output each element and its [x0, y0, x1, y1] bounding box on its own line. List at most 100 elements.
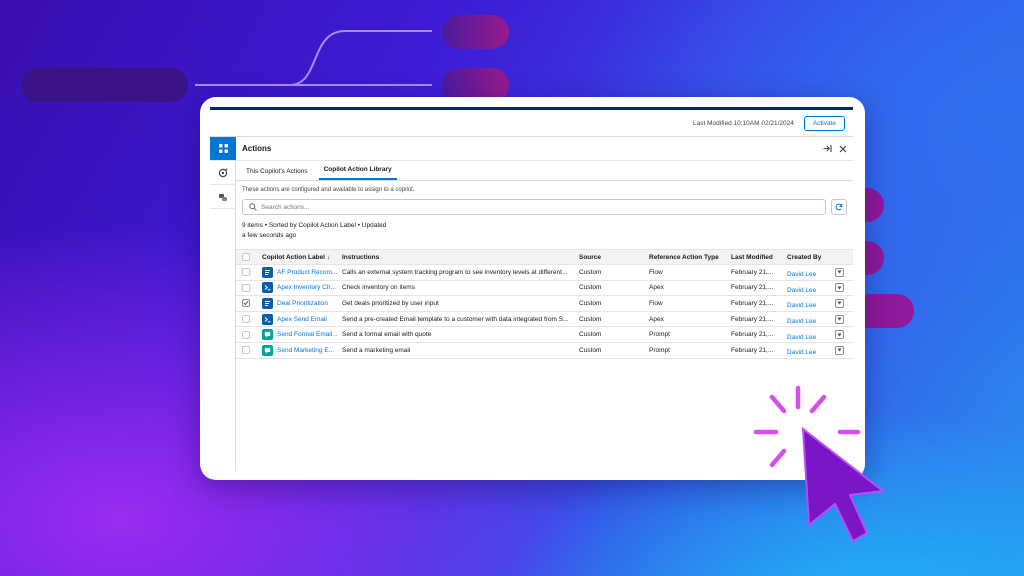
- created-by-link[interactable]: David Lee: [787, 287, 816, 294]
- rail-item-copilot[interactable]: [210, 161, 236, 185]
- flow-icon: [262, 297, 273, 309]
- table-row[interactable]: Deal Prioritization Get deals prioritized…: [236, 296, 853, 312]
- actions-table: Copilot Action Label ↓ Instructions Sour…: [236, 249, 853, 359]
- reference-type-cell: Apex: [649, 284, 664, 292]
- source-cell: Custom: [579, 284, 602, 292]
- row-checkbox[interactable]: [242, 268, 250, 277]
- rail-item-tools[interactable]: [210, 185, 236, 209]
- tab-this-copilots-actions[interactable]: This Copilot's Actions: [241, 168, 313, 180]
- reference-type-cell: Prompt: [649, 331, 670, 339]
- reference-type-cell: Prompt: [649, 346, 670, 354]
- created-by-link[interactable]: David Lee: [787, 302, 816, 309]
- apex-icon: [262, 313, 273, 325]
- column-header-last-modified[interactable]: Last Modified: [731, 254, 787, 261]
- instructions-cell: Send a formal email with quote: [342, 331, 432, 339]
- action-label-link[interactable]: AF Product Recom...: [277, 269, 337, 276]
- action-label-link[interactable]: Deal Prioritization: [277, 300, 328, 307]
- close-icon[interactable]: [839, 145, 847, 153]
- reference-type-cell: Flow: [649, 299, 663, 307]
- row-checkbox-cell: [236, 346, 256, 355]
- column-header-reference-type[interactable]: Reference Action Type: [649, 254, 731, 261]
- row-menu-button[interactable]: [834, 314, 844, 324]
- table-row[interactable]: Send Formal Email... Send a formal email …: [236, 327, 853, 343]
- last-modified-cell: February 21,...: [731, 315, 774, 323]
- refresh-icon: [835, 203, 843, 211]
- row-menu-button[interactable]: [834, 298, 844, 308]
- instructions-cell: Send a marketing email: [342, 346, 411, 354]
- table-row[interactable]: Apex Inventory Ch... Check inventory on i…: [236, 281, 853, 297]
- row-menu-cell: [833, 283, 845, 293]
- row-menu-cell: [833, 298, 845, 308]
- row-menu-cell: [833, 330, 845, 340]
- search-input[interactable]: Search actions...: [242, 199, 826, 215]
- check-icon: [243, 301, 249, 306]
- instructions-cell: Send a pre-created Email template to a c…: [342, 315, 569, 323]
- column-header-instructions[interactable]: Instructions: [340, 254, 579, 261]
- created-by-link[interactable]: David Lee: [787, 318, 816, 325]
- copilot-icon: [218, 167, 228, 177]
- list-meta: 9 items • Sorted by Copilot Action Label…: [236, 215, 853, 241]
- last-modified-cell: February 21,...: [731, 331, 774, 339]
- source-cell: Custom: [579, 331, 602, 339]
- row-checkbox[interactable]: [242, 346, 250, 355]
- row-menu-button[interactable]: [834, 267, 844, 277]
- description-text: These actions are configured and availab…: [242, 187, 415, 193]
- refresh-button[interactable]: [831, 199, 847, 215]
- action-label-cell: AF Product Recom...: [256, 266, 340, 278]
- panel-header: Actions: [236, 137, 853, 161]
- source-cell: Custom: [579, 268, 602, 276]
- row-checkbox[interactable]: [242, 315, 250, 324]
- column-header-created-by[interactable]: Created By: [787, 254, 833, 261]
- row-checkbox-cell: [236, 315, 256, 324]
- activate-button[interactable]: Activate: [803, 115, 845, 131]
- row-menu-button[interactable]: [834, 345, 844, 355]
- created-by-link[interactable]: David Lee: [787, 271, 816, 278]
- column-header-label[interactable]: Copilot Action Label ↓: [256, 254, 340, 261]
- instructions-cell: Get deals prioritized by user input: [342, 299, 439, 307]
- tab-copilot-action-library[interactable]: Copilot Action Library: [318, 166, 397, 180]
- chevron-down-icon: [836, 286, 842, 290]
- last-modified-cell: February 21,...: [731, 284, 774, 292]
- prompt-icon: [262, 344, 273, 356]
- row-menu-cell: [833, 345, 845, 355]
- reference-type-cell: Apex: [649, 315, 664, 323]
- source-cell: Custom: [579, 346, 602, 354]
- row-menu-button[interactable]: [834, 330, 844, 340]
- select-all-checkbox[interactable]: [242, 253, 250, 261]
- last-modified-cell: February 21,...: [731, 268, 774, 276]
- created-by-cell: David Lee: [787, 341, 833, 359]
- select-all-cell: [236, 253, 256, 261]
- action-label-link[interactable]: Send Formal Email...: [277, 331, 338, 338]
- table-row[interactable]: Send Marketing E... Send a marketing emai…: [236, 343, 853, 359]
- row-menu-cell: [833, 267, 845, 277]
- instructions-cell: Check inventory on items: [342, 284, 415, 292]
- row-menu-button[interactable]: [834, 283, 844, 293]
- table-body: AF Product Recom... Calls an external sys…: [236, 265, 853, 359]
- tab-bar: This Copilot's Actions Copilot Action Li…: [236, 161, 853, 181]
- created-by-link[interactable]: David Lee: [787, 349, 816, 356]
- created-by-link[interactable]: David Lee: [787, 334, 816, 341]
- action-label-link[interactable]: Apex Send Email: [277, 316, 327, 323]
- rail-item-actions[interactable]: [210, 137, 236, 161]
- table-row[interactable]: AF Product Recom... Calls an external sys…: [236, 265, 853, 281]
- mouse-cursor-icon: [801, 426, 886, 543]
- chevron-down-icon: [836, 270, 842, 274]
- row-checkbox-cell: [236, 283, 256, 292]
- list-meta-line2: a few seconds ago: [242, 232, 297, 239]
- flow-icon: [262, 266, 273, 278]
- row-checkbox[interactable]: [242, 299, 250, 308]
- prompt-icon: [262, 329, 273, 341]
- action-label-cell: Send Marketing E...: [256, 344, 340, 356]
- search-icon: [249, 203, 257, 211]
- row-checkbox[interactable]: [242, 330, 250, 339]
- table-header: Copilot Action Label ↓ Instructions Sour…: [236, 249, 853, 265]
- action-label-link[interactable]: Apex Inventory Ch...: [277, 284, 336, 291]
- table-row[interactable]: Apex Send Email Send a pre-created Email …: [236, 312, 853, 328]
- column-header-source[interactable]: Source: [579, 254, 649, 261]
- row-checkbox[interactable]: [242, 283, 250, 292]
- reference-type-cell: Flow: [649, 268, 663, 276]
- action-label-link[interactable]: Send Marketing E...: [277, 347, 334, 354]
- collapse-icon[interactable]: [823, 144, 832, 153]
- instructions-cell: Calls an external system tracking progra…: [342, 268, 568, 276]
- side-rail: [210, 137, 236, 470]
